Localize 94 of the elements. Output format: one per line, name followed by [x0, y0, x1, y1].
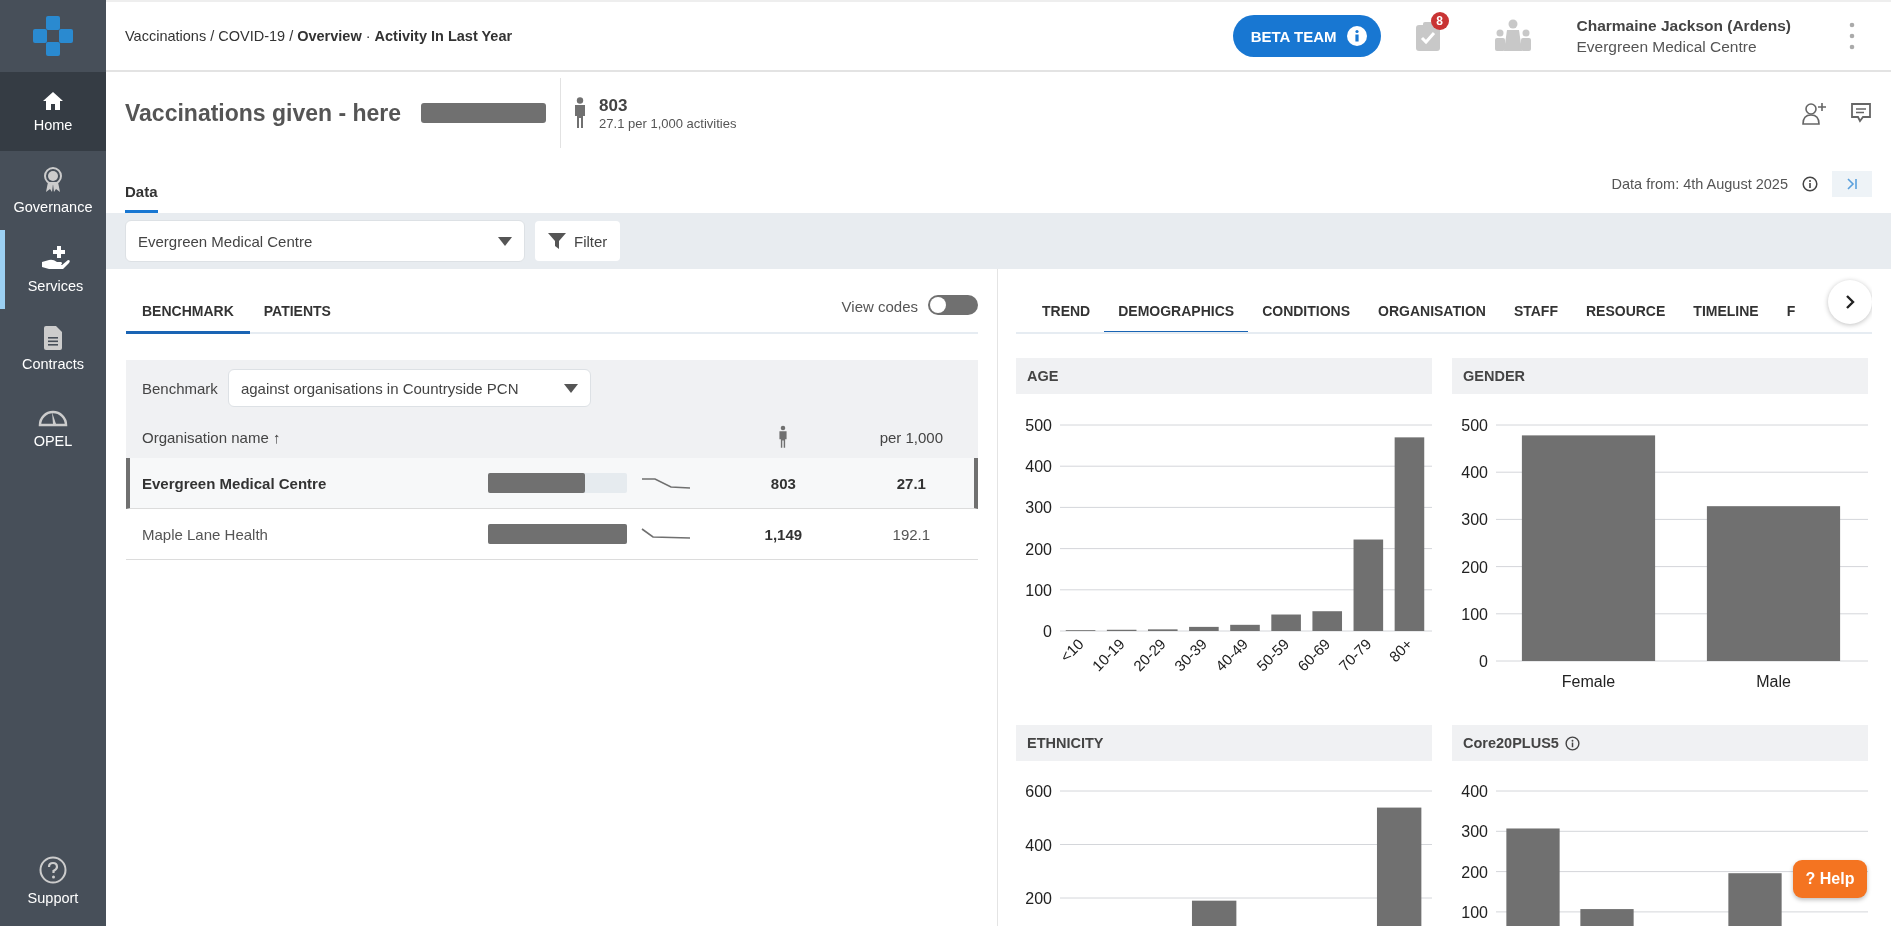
- info-icon[interactable]: [1564, 735, 1580, 751]
- panel-tab[interactable]: BENCHMARK: [126, 303, 250, 334]
- nav-item[interactable]: OPEL: [0, 388, 106, 467]
- table-row[interactable]: Maple Lane Health 1,149 192.1: [126, 509, 978, 560]
- user-organisation: Evergreen Medical Centre: [1576, 37, 1758, 56]
- panel-tab[interactable]: F: [1772, 303, 1810, 332]
- ribbon-icon: [43, 166, 63, 193]
- axis-label: 400: [1461, 783, 1488, 800]
- add-user-icon[interactable]: [1802, 101, 1828, 125]
- table-row[interactable]: Evergreen Medical Centre 803 27.1: [126, 458, 978, 509]
- info-icon[interactable]: [1802, 175, 1818, 192]
- axis-label: 400: [1025, 836, 1052, 854]
- bar: [1312, 611, 1342, 631]
- column-header: per 1,000: [878, 428, 945, 446]
- chevron-bar-icon: [1845, 176, 1859, 191]
- page-title: Vaccinations given - here: [125, 99, 402, 127]
- axis-label: 100: [1461, 605, 1488, 623]
- axis-label: 200: [1025, 890, 1052, 907]
- axis-label: 500: [1461, 417, 1488, 434]
- filter-button[interactable]: Filter: [535, 221, 621, 261]
- user-name: Charmaine Jackson (Ardens): [1576, 16, 1791, 35]
- bar: [1189, 626, 1219, 631]
- sparkline: [641, 476, 691, 490]
- nav-item[interactable]: Home: [0, 72, 106, 151]
- axis-label: 600: [1025, 783, 1052, 800]
- axis-label: Male: [1756, 673, 1791, 690]
- rate-text: 27.1 per 1,000 activities: [599, 115, 737, 131]
- home-icon: [42, 90, 64, 111]
- bar: [1230, 624, 1260, 631]
- axis-label: <10: [1056, 635, 1087, 666]
- rate-cell-text: 192.1: [891, 525, 932, 543]
- axis-label: 300: [1461, 511, 1488, 529]
- document-icon: [44, 325, 62, 350]
- axis-label: 100: [1025, 581, 1052, 599]
- column-header[interactable]: Organisation name ↑: [142, 428, 488, 446]
- panel-tab[interactable]: TIMELINE: [1679, 303, 1773, 332]
- organisation-name: Evergreen Medical Centre: [142, 474, 328, 492]
- caret-icon: [563, 383, 578, 393]
- hand-plus-icon: [40, 245, 71, 272]
- axis-label: Female: [1561, 673, 1616, 690]
- axis-label: 200: [1461, 558, 1488, 576]
- data-from-text: Data from: 4th August 2025: [1611, 175, 1788, 192]
- panel-tab[interactable]: TREND: [1028, 303, 1105, 332]
- axis-label: 0: [1479, 653, 1488, 670]
- organisation-dropdown[interactable]: Evergreen Medical Centre: [125, 220, 525, 262]
- axis-label: 100: [1461, 903, 1488, 921]
- help-icon: [39, 856, 67, 884]
- axis-label: 300: [1461, 823, 1488, 841]
- axis-label: 400: [1461, 464, 1488, 482]
- nav-item[interactable]: Governance: [0, 151, 106, 230]
- sparkline: [641, 527, 691, 541]
- funnel-icon: [548, 233, 566, 249]
- axis-label: 400: [1025, 458, 1052, 476]
- nav-item[interactable]: Contracts: [0, 309, 106, 388]
- logo-icon: [31, 14, 75, 58]
- axis-label: 0: [1043, 623, 1052, 640]
- caret-icon: [498, 236, 512, 246]
- benchmark-label: Benchmark: [142, 379, 218, 397]
- rate-cell-text: 27.1: [895, 474, 927, 492]
- chart-title: AGE: [1027, 368, 1059, 384]
- panel-tab[interactable]: DEMOGRAPHICS: [1104, 303, 1249, 332]
- view-codes-label: View codes: [841, 298, 918, 315]
- beta-team-button[interactable]: BETA TEAM: [1232, 15, 1381, 57]
- bar: [1580, 909, 1634, 926]
- breadcrumb: Vaccinations / COVID-19 / Overview · Activity In Last Year: [125, 28, 513, 44]
- panel-tab[interactable]: CONDITIONS: [1248, 303, 1365, 332]
- axis-label: 200: [1461, 863, 1488, 881]
- person-icon: [573, 97, 588, 129]
- chevron-right-icon: [1845, 295, 1855, 309]
- axis-label: 80+: [1385, 635, 1416, 666]
- chart-title: ETHNICITY: [1027, 735, 1104, 751]
- notification-badge: 8: [1430, 12, 1449, 30]
- chart-title: Core20PLUS5: [1463, 735, 1559, 751]
- axis-label: 500: [1025, 417, 1052, 434]
- chart-title: GENDER: [1463, 368, 1526, 384]
- count-cell-text: 803: [769, 474, 797, 492]
- panel-tab[interactable]: ORGANISATION: [1364, 303, 1500, 332]
- bar: [1271, 614, 1301, 631]
- benchmark-dropdown[interactable]: against organisations in Countryside PCN: [227, 369, 591, 407]
- person-icon: [778, 425, 789, 449]
- support-link[interactable]: Support: [0, 836, 106, 926]
- info-icon: [1346, 26, 1367, 46]
- panel-tab[interactable]: RESOURCE: [1571, 303, 1680, 332]
- total-count: 803: [599, 95, 629, 116]
- comment-icon[interactable]: [1850, 102, 1872, 124]
- view-codes-toggle[interactable]: [928, 295, 978, 315]
- axis-label: 300: [1025, 499, 1052, 517]
- bar: [1191, 900, 1237, 926]
- count-cell-text: 1,149: [763, 525, 804, 543]
- bar: [1728, 873, 1782, 926]
- organisation-name: Maple Lane Health: [142, 525, 269, 543]
- panel-tab[interactable]: STAFF: [1499, 303, 1572, 332]
- axis-label: 200: [1025, 540, 1052, 558]
- panel-tab[interactable]: PATIENTS: [249, 303, 345, 334]
